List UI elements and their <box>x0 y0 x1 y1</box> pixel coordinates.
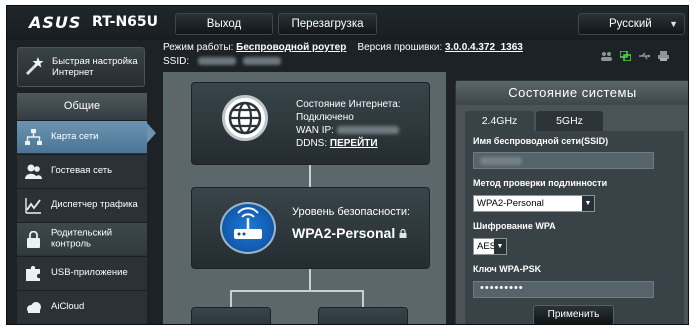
sidebar-item-label: Карта сети <box>51 130 99 142</box>
sidebar-section-title: Общие <box>17 93 147 120</box>
language-value: Русский <box>609 18 652 30</box>
firmware-version-link[interactable]: 3.0.0.4.372_1363 <box>445 42 523 53</box>
auth-method-value: WPA2-Personal <box>477 198 544 209</box>
firmware-label: Версия прошивки: <box>357 42 443 53</box>
ssid-value-redacted <box>480 157 522 165</box>
auth-method-label: Метод проверки подлинности <box>473 178 608 188</box>
sidebar-item-label: Родительский контроль <box>51 227 113 249</box>
traffic-manager-icon <box>25 197 42 214</box>
chevron-down-icon: ▼ <box>582 196 594 211</box>
language-select[interactable]: Русский ▼ <box>578 13 685 35</box>
ssid-label: SSID: <box>163 56 190 67</box>
usb-icon[interactable] <box>639 48 651 60</box>
top-bar: ASUS RT-N65U Выход Перезагрузка Русский … <box>7 6 688 40</box>
operation-mode-link[interactable]: Беспроводной роутер <box>236 42 346 53</box>
map-connector <box>309 165 311 187</box>
internet-status-value: Подключено <box>296 112 354 123</box>
wan-ip-label: WAN IP: <box>296 125 334 136</box>
ddns-row: DDNS: ПЕРЕЙТИ <box>296 137 401 150</box>
puzzle-icon <box>25 265 42 282</box>
guest-network-icon <box>25 163 42 180</box>
security-label: Уровень безопасности: <box>292 206 411 218</box>
map-connector <box>362 290 364 307</box>
sidebar-item-label: Гостевая сеть <box>51 164 113 176</box>
map-connector <box>230 290 232 307</box>
sidebar-item-guest-network[interactable]: Гостевая сеть <box>17 154 147 187</box>
asus-logo: ASUS <box>29 13 82 32</box>
wireless-settings-form: Имя беспроводной сети(SSID) Метод провер… <box>465 131 684 324</box>
security-text: Уровень безопасности: WPA2-Personal <box>292 206 410 242</box>
internet-status-label: Состояние Интернета: <box>296 99 401 110</box>
sidebar-item-parental-control[interactable]: Родительский контроль <box>17 222 147 255</box>
ssid-field-label: Имя беспроводной сети(SSID) <box>473 136 609 146</box>
logout-button[interactable]: Выход <box>175 13 273 35</box>
sidebar-item-label: Диспетчер трафика <box>51 198 138 210</box>
ssid-row: SSID: <box>163 56 281 67</box>
sidebar-item-usb-application[interactable]: USB-приложение <box>17 256 147 289</box>
status-icons <box>601 48 669 62</box>
apply-button[interactable]: Применить <box>533 305 614 324</box>
sidebar-item-traffic-manager[interactable]: Диспетчер трафика <box>17 188 147 221</box>
router-security-card[interactable]: Уровень безопасности: WPA2-Personal <box>191 187 430 269</box>
router-admin-window: ASUS RT-N65U Выход Перезагрузка Русский … <box>6 5 689 325</box>
map-connector <box>309 269 311 291</box>
chevron-down-icon: ▼ <box>669 19 678 29</box>
sidebar-item-aicloud[interactable]: AiCloud <box>17 290 147 323</box>
internet-status-text: Состояние Интернета: Подключено WAN IP: … <box>296 98 401 150</box>
parental-control-icon <box>25 230 42 248</box>
wpa-encryption-label: Шифрование WPA <box>473 221 556 231</box>
quick-internet-setup-button[interactable]: Быстрая настройка Интернет <box>17 47 145 87</box>
network-map-icon <box>25 129 42 146</box>
sidebar-item-label: AiCloud <box>51 300 85 312</box>
wpa-encryption-select[interactable]: AES ▼ <box>473 238 507 255</box>
security-value: WPA2-Personal <box>292 225 396 241</box>
sidebar-item-network-map[interactable]: Карта сети <box>17 120 147 153</box>
wan-ip-row: WAN IP: <box>296 124 401 137</box>
ddns-link[interactable]: ПЕРЕЙТИ <box>330 138 378 149</box>
operation-mode-label: Режим работы: <box>163 42 234 53</box>
internet-status-card[interactable]: Состояние Интернета: Подключено WAN IP: … <box>191 82 430 165</box>
quick-setup-label: Быстрая настройка Интернет <box>52 56 138 78</box>
clients-card[interactable] <box>191 307 271 324</box>
ssid-redacted <box>197 57 236 66</box>
wand-icon <box>24 55 44 77</box>
system-status-title: Состояние системы <box>456 81 688 105</box>
tab-2-4ghz[interactable]: 2.4GHz <box>465 111 534 131</box>
wpa-psk-label: Ключ WPA-PSK <box>473 264 542 274</box>
auth-method-select[interactable]: WPA2-Personal ▼ <box>473 195 595 212</box>
wpa-psk-field[interactable]: ••••••••• <box>473 281 654 298</box>
active-item-pointer <box>147 123 156 143</box>
ssid-redacted-5g <box>242 57 281 66</box>
chevron-down-icon: ▼ <box>494 239 506 254</box>
router-icon <box>220 202 276 254</box>
operation-mode-row: Режим работы: Беспроводной роутер Версия… <box>163 42 523 53</box>
usb-devices-card[interactable] <box>318 307 408 324</box>
system-status-panel: Состояние системы 2.4GHz 5GHz Имя беспро… <box>455 80 688 324</box>
model-name: RT-N65U <box>92 14 159 30</box>
ssid-field[interactable] <box>473 152 654 169</box>
tab-5ghz[interactable]: 5GHz <box>536 111 603 131</box>
wan-ip-redacted <box>336 126 399 135</box>
globe-icon <box>222 95 268 141</box>
cloud-icon <box>25 299 42 316</box>
printer-icon[interactable] <box>658 48 669 61</box>
network-map-area: Состояние Интернета: Подключено WAN IP: … <box>163 72 446 324</box>
sidebar-item-label: USB-приложение <box>51 266 128 278</box>
clients-icon[interactable] <box>601 48 612 61</box>
map-connector <box>230 290 364 292</box>
internet-status-icon[interactable] <box>619 48 632 62</box>
ddns-label: DDNS: <box>296 138 328 149</box>
reboot-button[interactable]: Перезагрузка <box>278 13 377 35</box>
security-value-row: WPA2-Personal <box>292 225 410 242</box>
lock-icon <box>399 228 407 240</box>
sidebar: Общие Карта сети Гостевая сеть Диспетчер… <box>17 93 147 324</box>
